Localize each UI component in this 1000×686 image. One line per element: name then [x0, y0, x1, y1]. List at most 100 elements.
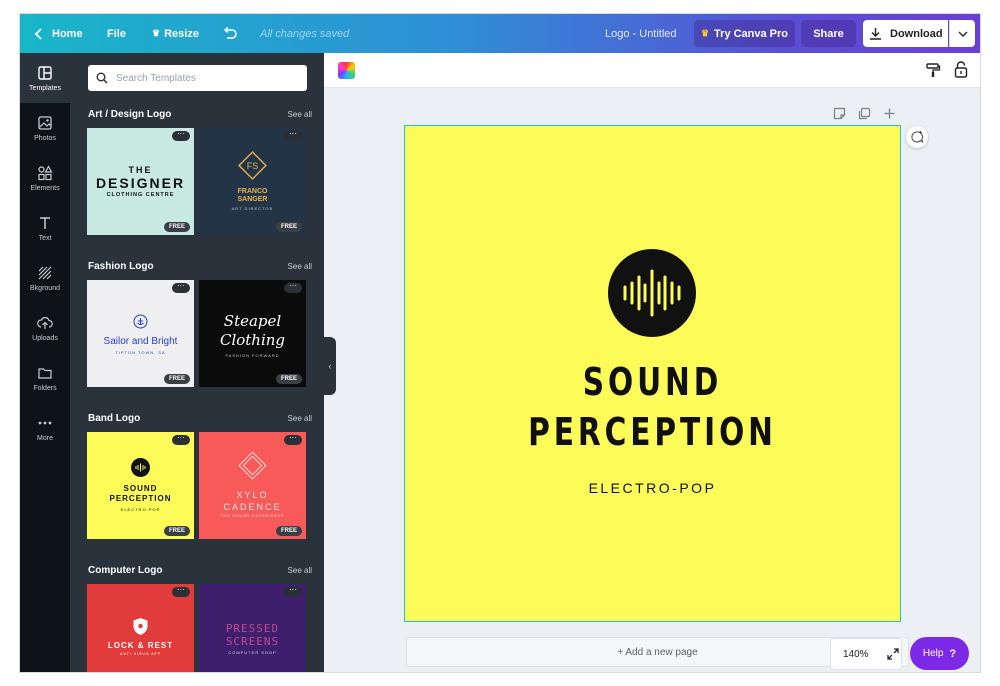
download-options-button[interactable] — [949, 20, 975, 47]
see-all-fashion[interactable]: See all — [288, 262, 312, 271]
nav-templates[interactable]: Templates — [20, 53, 70, 103]
canva-editor: Home File ♛ Resize All changes saved Log… — [19, 13, 981, 673]
resize-label: Resize — [164, 27, 199, 40]
elements-icon — [38, 164, 53, 180]
nav-folders[interactable]: Folders — [20, 353, 70, 403]
section-title-fashion: Fashion Logo — [88, 261, 154, 272]
shield-icon — [133, 618, 148, 635]
template-options-icon[interactable]: ··· — [172, 130, 190, 141]
home-label: Home — [52, 27, 83, 40]
canvas-toolbar — [324, 53, 980, 88]
template-options-icon[interactable]: ··· — [284, 282, 302, 293]
zoom-control[interactable]: 140% — [830, 638, 902, 670]
template-text: THE — [128, 165, 153, 175]
design-title-line2[interactable]: PERCEPTION — [459, 410, 845, 454]
side-nav: Templates Photos Elements Text Bkground … — [20, 53, 70, 672]
template-text: SANGER — [237, 196, 268, 203]
template-the-designer[interactable]: THE DESIGNER CLOTHING CENTRE ··· FREE — [87, 128, 194, 235]
add-comment-icon — [911, 131, 924, 144]
template-options-icon[interactable]: ··· — [284, 434, 302, 445]
templates-panel: Art / Design Logo See all THE DESIGNER C… — [70, 53, 324, 672]
try-pro-label: Try Canva Pro — [714, 27, 789, 40]
download-button[interactable]: Download — [863, 20, 948, 47]
share-button[interactable]: Share — [801, 20, 856, 47]
help-label: Help — [922, 648, 944, 659]
template-text: COMPUTER SHOP — [228, 650, 277, 655]
home-button[interactable]: Home — [34, 14, 83, 53]
template-lock-and-rest[interactable]: LOCK & REST ANTI VIRUS APP ··· — [87, 584, 194, 672]
help-button[interactable]: Help ? — [910, 637, 969, 670]
search-box[interactable] — [88, 65, 307, 91]
template-text: PRESSED — [225, 622, 280, 635]
undo-button[interactable] — [222, 14, 238, 53]
free-badge: FREE — [163, 374, 190, 384]
nav-more[interactable]: More — [20, 403, 70, 453]
free-badge: FREE — [275, 222, 302, 232]
collapse-panel-button[interactable]: ‹ — [324, 337, 336, 395]
template-text: TIPTON TOWN, SA — [115, 350, 166, 355]
template-text: XYLO — [236, 490, 269, 500]
try-canva-pro-button[interactable]: ♛ Try Canva Pro — [694, 20, 795, 47]
document-title[interactable]: Logo - Untitled — [605, 14, 677, 53]
template-text: THE SOUND EXPERIENCE — [220, 514, 285, 518]
nav-background[interactable]: Bkground — [20, 253, 70, 303]
chevron-left-icon: ‹ — [328, 361, 332, 371]
search-input[interactable] — [116, 72, 296, 84]
nav-more-label: More — [37, 434, 53, 442]
lock-icon[interactable] — [953, 61, 969, 78]
nav-text[interactable]: Text — [20, 203, 70, 253]
text-icon — [40, 216, 50, 229]
nav-folders-label: Folders — [33, 384, 57, 392]
sound-wave-badge-icon[interactable] — [608, 249, 696, 337]
template-options-icon[interactable]: ··· — [172, 282, 190, 293]
color-picker-button[interactable] — [338, 62, 355, 79]
nav-photos[interactable]: Photos — [20, 103, 70, 153]
template-text: CLOTHING CENTRE — [106, 192, 175, 198]
see-all-art-design[interactable]: See all — [288, 110, 312, 119]
see-all-computer[interactable]: See all — [288, 566, 312, 575]
template-options-icon[interactable]: ··· — [172, 586, 190, 597]
see-all-band[interactable]: See all — [288, 414, 312, 423]
template-sailor-and-bright[interactable]: Sailor and Bright TIPTON TOWN, SA ··· FR… — [87, 280, 194, 387]
search-icon — [96, 72, 108, 84]
nav-elements[interactable]: Elements — [20, 153, 70, 203]
template-text: Sailor and Bright — [103, 336, 178, 347]
template-text: DESIGNER — [95, 175, 186, 191]
nav-elements-label: Elements — [30, 184, 60, 192]
template-xylo-cadence[interactable]: XYLO CADENCE THE SOUND EXPERIENCE ··· FR… — [199, 432, 306, 539]
template-steapel-clothing[interactable]: Steapel Clothing FASHION FORWARD ··· FRE… — [199, 280, 306, 387]
photo-icon — [38, 115, 52, 130]
crown-icon: ♛ — [700, 28, 710, 38]
duplicate-page-icon[interactable] — [858, 107, 871, 120]
save-status: All changes saved — [260, 27, 350, 40]
nav-uploads[interactable]: Uploads — [20, 303, 70, 353]
template-options-icon[interactable]: ··· — [284, 130, 302, 141]
design-title-line1[interactable]: SOUND — [459, 360, 845, 404]
template-text: CADENCE — [223, 502, 282, 512]
template-sound-perception[interactable]: SOUND PERCEPTION ELECTRO-POP ··· FREE — [87, 432, 194, 539]
file-menu-button[interactable]: File — [107, 14, 126, 53]
crown-icon: ♛ — [152, 28, 161, 38]
fullscreen-icon[interactable] — [886, 648, 899, 660]
template-franco-sanger[interactable]: FS FRANCO SANGER ART DIRECTOR ··· FREE — [199, 128, 306, 235]
download-icon — [870, 28, 881, 40]
design-canvas[interactable]: SOUND PERCEPTION ELECTRO-POP — [404, 125, 901, 622]
template-text: ANTI VIRUS APP — [119, 652, 162, 656]
comment-button[interactable] — [906, 126, 928, 148]
add-page-icon[interactable] — [883, 107, 896, 120]
design-subtitle[interactable]: ELECTRO-POP — [405, 480, 900, 496]
page-notes-icon[interactable] — [833, 107, 846, 120]
template-options-icon[interactable]: ··· — [172, 434, 190, 445]
chevron-down-icon — [957, 30, 968, 37]
undo-icon — [223, 26, 237, 39]
template-options-icon[interactable]: ··· — [284, 586, 302, 597]
resize-button[interactable]: ♛ Resize — [152, 14, 199, 53]
paint-roller-icon[interactable] — [925, 62, 941, 78]
nav-background-label: Bkground — [30, 284, 60, 292]
free-badge: FREE — [163, 526, 190, 536]
nav-text-label: Text — [38, 234, 52, 242]
template-text: LOCK & REST — [107, 641, 174, 650]
nav-uploads-label: Uploads — [32, 334, 58, 342]
template-pressed-screens[interactable]: PRESSED SCREENS COMPUTER SHOP ··· — [199, 584, 306, 672]
template-text: SOUND — [123, 484, 158, 493]
